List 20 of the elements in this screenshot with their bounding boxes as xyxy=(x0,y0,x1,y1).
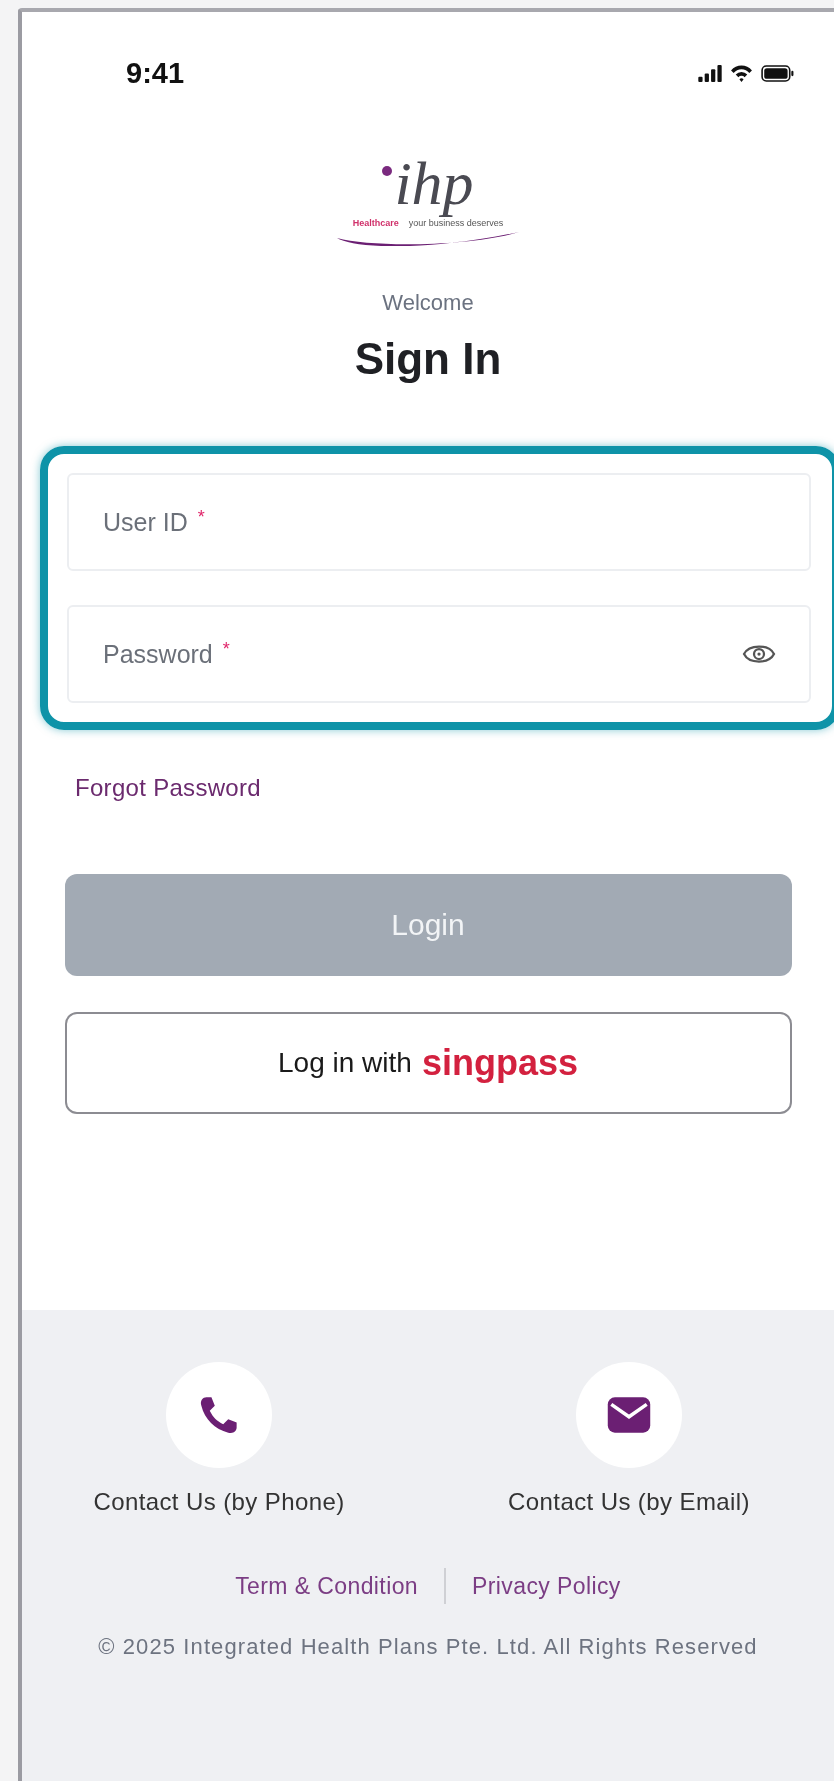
logo-tagline: Healthcare xyxy=(352,218,399,228)
singpass-login-button[interactable]: Log in with singpass xyxy=(64,1012,792,1114)
wifi-icon xyxy=(730,64,753,82)
copyright-text: © 2025 Integrated Health Plans Pte. Ltd. All Rights Reserved xyxy=(98,1634,758,1660)
legal-link[interactable]: Term & Condition xyxy=(235,1572,419,1600)
logo-tagline: your business deserves xyxy=(408,218,504,228)
battery-icon xyxy=(761,64,794,82)
signal-icon xyxy=(698,64,722,82)
contact-link[interactable]: Contact Us (by Phone) xyxy=(93,1488,345,1516)
logo-dot-icon xyxy=(382,166,393,176)
status-time: 9:41 xyxy=(126,56,185,90)
envelope-icon xyxy=(606,1394,652,1436)
contact-link[interactable]: Contact Us (by Email) xyxy=(508,1488,750,1516)
page-title: Sign In xyxy=(354,334,502,384)
welcome-text: Welcome xyxy=(382,290,474,316)
legal-link[interactable]: Privacy Policy xyxy=(472,1572,621,1600)
user-id-field[interactable]: User ID * xyxy=(67,473,811,571)
logo-wordmark: ihp xyxy=(394,150,474,216)
password-field[interactable]: Password * xyxy=(67,605,811,703)
forgot-password-link[interactable]: Forgot Password xyxy=(75,774,261,802)
